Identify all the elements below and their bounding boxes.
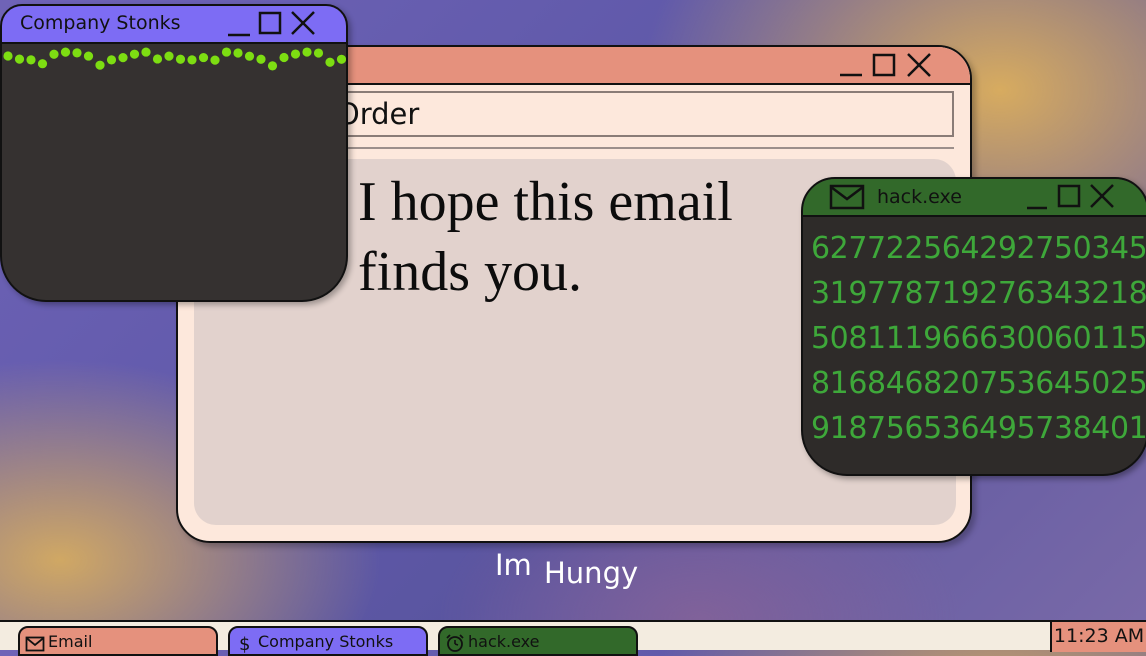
stonks-window-controls — [226, 10, 322, 38]
stonks-titlebar[interactable]: Company Stonks — [2, 6, 346, 44]
mail-icon — [829, 184, 865, 210]
dollar-icon: $ — [239, 634, 250, 653]
maximize-icon[interactable] — [258, 11, 282, 35]
stonk-dot — [175, 54, 186, 64]
stonk-dot — [129, 49, 140, 59]
taskbar-item-hack[interactable]: hack.exe — [438, 626, 638, 656]
email-body-line: finds you. — [358, 241, 582, 303]
taskbar-item-label: hack.exe — [468, 632, 540, 651]
stonk-dot — [210, 55, 220, 65]
hack-window[interactable]: hack.exe 62772256429275034​5 31977871927… — [801, 177, 1146, 476]
stonk-dot — [313, 48, 324, 58]
hack-digit-line: 918756536495738401 — [811, 411, 1146, 446]
stonk-dot — [14, 54, 25, 64]
stonk-dot — [244, 51, 255, 61]
taskbar-clock: 11:23 AM — [1050, 622, 1146, 652]
stonk-dot — [233, 48, 243, 58]
close-icon[interactable] — [291, 11, 315, 35]
email-window-controls — [834, 51, 944, 79]
taskbar-item-label: Company Stonks — [258, 632, 394, 651]
email-body-text: I hope this email finds you. — [358, 167, 798, 307]
svg-text:$: $ — [239, 634, 250, 653]
alarm-clock-icon — [446, 634, 464, 652]
hack-window-controls — [1025, 183, 1121, 211]
caption-word: Im — [495, 548, 532, 582]
stonk-dot — [336, 54, 346, 64]
email-body-line: I hope this email — [358, 171, 733, 233]
stonk-dot — [152, 54, 163, 64]
stonk-dot — [221, 47, 232, 57]
stonk-dot — [141, 47, 151, 57]
stonk-dot — [118, 53, 128, 63]
stonk-dot — [164, 51, 174, 61]
hack-window-title: hack.exe — [877, 186, 962, 208]
taskbar: Email $ Company Stonks hack.exe 11:23 AM — [0, 620, 1146, 656]
stonks-chart — [3, 47, 346, 71]
stonk-dot — [95, 60, 105, 70]
stonk-dot — [256, 54, 266, 64]
stonk-dot — [325, 57, 335, 67]
hack-digit-line: 62772256429275034​5 — [811, 231, 1146, 266]
taskbar-item-stonks[interactable]: $ Company Stonks — [228, 626, 428, 656]
hack-digit-line: 816846820753645025 — [811, 366, 1146, 401]
stonk-dot — [267, 61, 278, 71]
stonk-dot — [49, 49, 59, 59]
close-icon[interactable] — [1090, 184, 1114, 208]
close-icon[interactable] — [907, 53, 931, 77]
caption-word: Hungy — [544, 556, 639, 590]
stonk-dot — [26, 55, 36, 65]
stonk-dot — [60, 47, 71, 57]
stonk-dot — [279, 52, 289, 63]
stonks-window[interactable]: Company Stonks — [0, 4, 348, 302]
taskbar-item-label: Email — [48, 632, 93, 651]
stonk-dot — [290, 49, 301, 59]
maximize-icon[interactable] — [1057, 184, 1081, 208]
stonk-dot — [37, 59, 48, 69]
stonk-dot — [72, 48, 82, 58]
stonk-dot — [106, 55, 117, 65]
hack-digit-line: 508111966630060115 — [811, 321, 1146, 356]
taskbar-item-email[interactable]: Email — [18, 626, 218, 656]
stonk-dot — [198, 52, 209, 63]
stonk-dot — [187, 55, 197, 65]
stonk-dot — [83, 51, 94, 61]
stonks-window-title: Company Stonks — [20, 12, 181, 34]
hack-digit-line: 319778719276343218 — [811, 276, 1146, 311]
stonk-dot — [3, 51, 13, 61]
stonk-dot — [302, 47, 312, 57]
hack-titlebar[interactable]: hack.exe — [803, 179, 1146, 217]
maximize-icon[interactable] — [872, 53, 896, 77]
